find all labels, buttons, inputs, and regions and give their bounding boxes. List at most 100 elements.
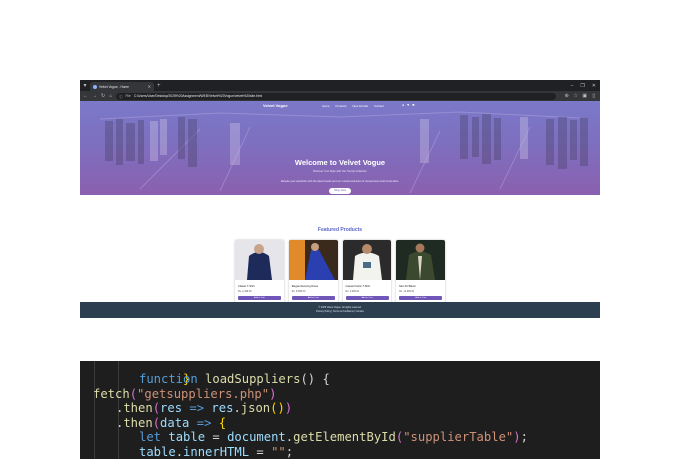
sidebar-icon[interactable]: ▯ <box>591 93 596 99</box>
site-nav-links: Home Products New Arrivals Contact <box>322 104 384 108</box>
code-token: = <box>205 430 228 444</box>
tab-close-icon[interactable]: ✕ <box>148 84 151 89</box>
product-price: Rs. 2,499.00 <box>238 290 252 293</box>
product-name: Casual Cotton T-Shirt <box>345 285 371 288</box>
nav-link-new-arrivals[interactable]: New Arrivals <box>353 104 369 108</box>
code-token: () <box>270 401 285 415</box>
product-card[interactable]: Casual Cotton T-Shirt Rs. 2,999.00 Add t… <box>342 240 392 306</box>
close-window-icon[interactable]: ✕ <box>592 83 596 89</box>
indent-guide <box>94 361 95 459</box>
code-token: => <box>189 416 219 430</box>
zoom-icon[interactable]: ⊕ <box>564 93 569 99</box>
site-info-icon[interactable]: ⓘ <box>119 94 122 99</box>
code-token: then <box>123 416 153 430</box>
code-token: { <box>218 416 227 430</box>
product-name: Men Fit Blazer <box>399 285 416 288</box>
reload-icon[interactable]: ↻ <box>101 93 105 99</box>
footer-copyright: © 2025 Velvet Vogue. All rights reserved… <box>318 306 362 309</box>
maximize-icon[interactable]: ❐ <box>580 83 584 89</box>
code-token: loadSuppliers <box>205 372 301 386</box>
heart-icon[interactable]: ♥ <box>407 103 409 107</box>
code-token: table <box>139 445 176 459</box>
site-navbar: Velvet Vogue Home Products New Arrivals … <box>80 101 600 109</box>
product-card[interactable]: Men Fit Blazer Rs. 12,999.00 Add to Cart <box>396 240 445 306</box>
code-token: . <box>175 445 184 459</box>
code-line: table.innerHTML = ""; <box>139 445 293 459</box>
nav-link-contact[interactable]: Contact <box>374 104 384 108</box>
product-card[interactable]: Classic T-Shirt Rs. 2,499.00 Add to Cart <box>235 240 284 306</box>
user-icon[interactable]: ● <box>402 103 404 107</box>
product-image-tshirt <box>235 240 284 280</box>
site-footer: © 2025 Velvet Vogue. All rights reserved… <box>80 302 600 318</box>
tab-favicon-icon <box>93 84 97 89</box>
product-price: Rs. 8,999.00 <box>291 290 306 293</box>
code-token: data <box>160 416 190 430</box>
address-url[interactable]: C:/Users/User/Desktop/2025%20Assignment/… <box>134 94 262 98</box>
code-token: json <box>240 401 271 415</box>
product-name: Classic T-Shirt <box>238 285 255 288</box>
add-to-cart-button[interactable]: Add to Cart <box>238 296 281 300</box>
tab-strip: ▾ Velvet Vogue - Home ✕ + – ❐ ✕ <box>80 80 600 91</box>
page-viewport: Velvet Vogue Home Products New Arrivals … <box>80 101 600 318</box>
browser-tab[interactable]: Velvet Vogue - Home ✕ <box>90 82 154 91</box>
shop-now-button[interactable]: Shop Now <box>329 188 351 194</box>
add-to-cart-button[interactable]: Add to Cart <box>399 296 443 300</box>
home-icon[interactable]: ⌂ <box>109 93 112 99</box>
product-card[interactable]: Elegant Evening Dress Rs. 8,999.00 Add t… <box>288 240 338 306</box>
hero-subtitle: Discover Your Style with Our Trendy Coll… <box>313 170 367 173</box>
code-token: res <box>211 401 234 415</box>
footer-links[interactable]: Privacy Policy | Terms & Conditions | Co… <box>80 310 600 313</box>
bookmark-star-icon[interactable]: ☆ <box>573 93 578 99</box>
code-token: = <box>249 445 272 459</box>
toolbar-right: ⊕ ☆ ▣ ▯ ⋮ <box>564 93 600 99</box>
code-token: table <box>168 430 206 444</box>
forward-icon[interactable]: → <box>92 93 97 99</box>
code-token: function <box>139 372 198 386</box>
back-icon[interactable]: ← <box>83 93 88 99</box>
hero-banner: Velvet Vogue Home Products New Arrivals … <box>80 101 600 195</box>
add-to-cart-button[interactable]: Add to Cart <box>345 296 389 300</box>
product-image-blazer <box>396 240 445 280</box>
hero-description: Elevate your wardrobe with the latest tr… <box>281 180 399 183</box>
code-token: . <box>285 430 294 444</box>
product-price: Rs. 2,999.00 <box>345 290 360 293</box>
code-token: ) <box>513 430 521 444</box>
product-price: Rs. 12,999.00 <box>399 290 415 293</box>
product-image-dress <box>288 240 338 280</box>
hero-title: Welcome to Velvet Vogue <box>294 158 386 167</box>
extensions-icon[interactable]: ▣ <box>582 93 587 99</box>
site-nav-icons: ● ♥ ■ <box>402 103 414 107</box>
product-name: Elegant Evening Dress <box>291 285 319 288</box>
nav-link-home[interactable]: Home <box>322 104 329 108</box>
cart-icon[interactable]: ■ <box>412 103 414 107</box>
site-brand-logo[interactable]: Velvet Vogue <box>263 103 288 108</box>
screenshot-canvas: ▾ Velvet Vogue - Home ✕ + – ❐ ✕ ← → ↻ ⌂ … <box>0 0 680 459</box>
code-token: "" <box>271 445 286 459</box>
address-bar[interactable]: ⓘ File C:/Users/User/Desktop/2025%20Assi… <box>116 92 557 100</box>
code-token: () { <box>300 372 330 386</box>
product-image-cotton-tshirt <box>342 240 392 280</box>
add-to-cart-button[interactable]: Add to Cart <box>291 296 335 300</box>
minimize-icon[interactable]: – <box>571 83 574 89</box>
tab-title: Velvet Vogue - Home <box>99 84 129 89</box>
featured-products-heading: Featured Products <box>317 227 363 233</box>
code-token: ; <box>285 445 294 459</box>
new-tab-button[interactable]: + <box>157 83 161 89</box>
code-token: document <box>227 430 286 444</box>
code-token: innerHTML <box>183 445 250 459</box>
code-token: ( <box>152 401 161 415</box>
browser-toolbar: ← → ↻ ⌂ ⓘ File C:/Users/User/Desktop/202… <box>80 91 600 101</box>
browser-window: ▾ Velvet Vogue - Home ✕ + – ❐ ✕ ← → ↻ ⌂ … <box>80 80 600 318</box>
code-token: getElementById <box>293 430 396 444</box>
address-scheme-chip: File <box>125 94 131 98</box>
product-grid: Classic T-Shirt Rs. 2,499.00 Add to Cart… <box>235 240 445 306</box>
code-token: "supplierTable" <box>403 430 514 444</box>
tab-search-icon[interactable]: ▾ <box>80 80 90 91</box>
window-controls: – ❐ ✕ <box>571 80 596 91</box>
code-token: fetch <box>93 387 130 401</box>
code-token: . <box>233 401 241 415</box>
nav-link-products[interactable]: Products <box>335 104 346 108</box>
code-token: then <box>123 401 153 415</box>
code-token: "getsuppliers.php" <box>137 387 270 401</box>
code-token: ( <box>152 416 161 430</box>
